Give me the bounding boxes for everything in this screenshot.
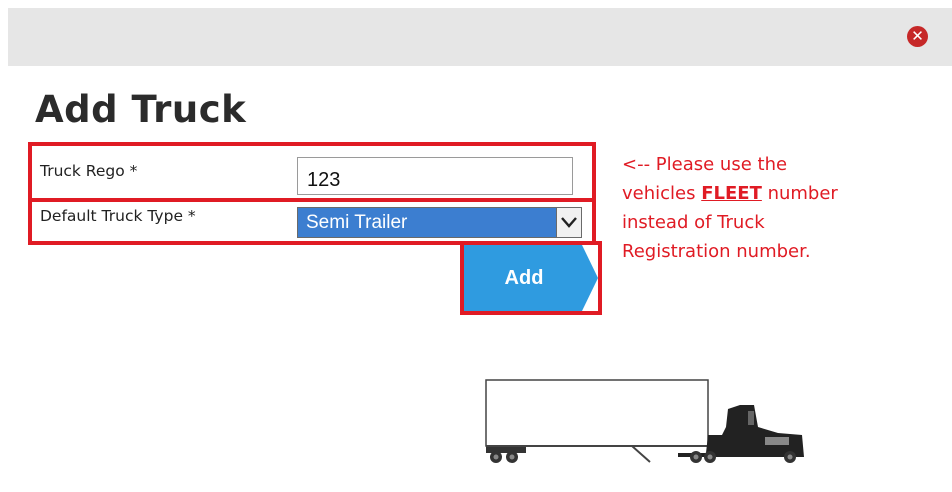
truck-type-label: Default Truck Type * xyxy=(40,207,196,225)
note-line-1: <-- Please use the xyxy=(622,154,788,175)
fleet-emphasis: FLEET xyxy=(701,183,762,204)
dialog-header-bar xyxy=(8,8,952,66)
note-line-4: Registration number. xyxy=(622,241,811,262)
semi-truck-icon xyxy=(485,379,804,463)
fleet-number-note: <-- Please use the vehicles FLEET number… xyxy=(622,150,922,266)
truck-rego-input[interactable] xyxy=(297,157,573,195)
note-line-2: vehicles FLEET number xyxy=(622,183,838,204)
truck-rego-label: Truck Rego * xyxy=(40,162,138,180)
truck-type-selected-value: Semi Trailer xyxy=(298,208,556,237)
note-line-3: instead of Truck xyxy=(622,212,765,233)
add-button[interactable]: Add xyxy=(464,245,598,311)
close-icon[interactable]: ✕ xyxy=(907,26,928,47)
add-button-label: Add xyxy=(504,267,544,289)
chevron-down-icon[interactable] xyxy=(556,208,581,237)
truck-type-select[interactable]: Semi Trailer xyxy=(297,207,582,238)
page-title: Add Truck xyxy=(35,88,247,131)
